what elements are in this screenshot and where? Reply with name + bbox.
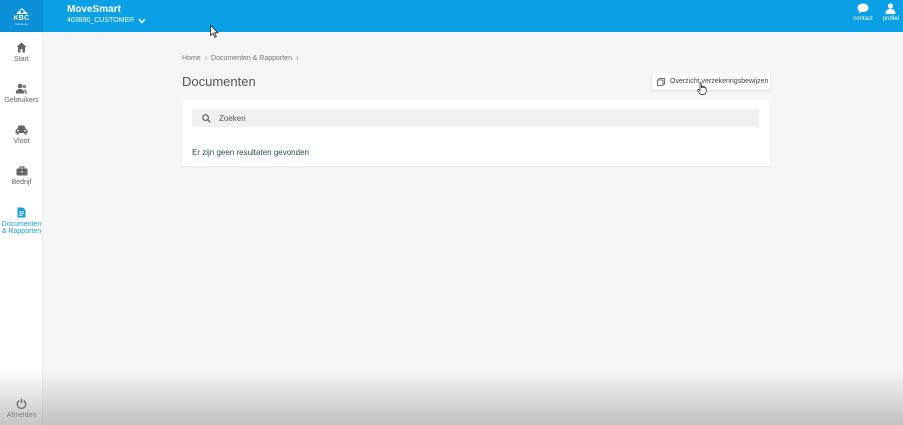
sidebar-item-label: & Rapporten xyxy=(1,228,42,235)
contact-label: contact xyxy=(853,16,873,22)
chevron-down-icon xyxy=(138,18,146,24)
briefcase-icon xyxy=(16,166,27,176)
sidebar-item-label: Start xyxy=(14,56,29,63)
search-bar[interactable] xyxy=(192,109,759,127)
sidebar-item-fleet[interactable]: Vloot xyxy=(0,125,43,145)
customer-selector[interactable]: 403890_CUSTOMER xyxy=(67,17,146,24)
sidebar: Start Gebruikers Vloot Bedrijf Documente… xyxy=(0,32,43,425)
users-icon xyxy=(15,83,28,94)
sidebar-item-label: Bedrijf xyxy=(11,179,32,186)
page-title: Documenten xyxy=(182,74,256,89)
kbc-logo[interactable]: KBC Autolease xyxy=(0,0,43,32)
sidebar-item-users[interactable]: Gebruikers xyxy=(0,83,43,104)
insurance-overview-button[interactable]: Overzicht verzekeringsbewijzen xyxy=(652,73,770,90)
sidebar-item-label: Vloot xyxy=(13,138,30,145)
breadcrumb-separator: › xyxy=(204,55,208,62)
bottom-shadow-overlay xyxy=(0,370,903,425)
breadcrumb-documents[interactable]: Documenten & Rapporten xyxy=(211,55,292,62)
documents-stack-icon xyxy=(657,77,665,86)
app-title: MoveSmart xyxy=(67,4,121,15)
logout-label: Afmelden xyxy=(6,412,37,419)
no-results-message: Er zijn geen resultaten gevonden xyxy=(192,148,309,157)
power-icon xyxy=(16,398,27,409)
logout-button[interactable]: Afmelden xyxy=(0,398,43,419)
logo-text: KBC xyxy=(13,14,30,22)
sidebar-item-company[interactable]: Bedrijf xyxy=(0,166,43,186)
contact-button[interactable]: contact xyxy=(853,3,873,22)
sidebar-item-label: Gebruikers xyxy=(4,97,39,104)
sidebar-item-label: Documenten xyxy=(1,221,42,228)
profile-button[interactable]: profiel xyxy=(883,3,899,22)
sidebar-item-documents[interactable]: Documenten & Rapporten xyxy=(0,207,43,235)
car-icon xyxy=(15,125,28,135)
chat-bubble-icon xyxy=(857,3,869,14)
insurance-overview-label: Overzicht verzekeringsbewijzen xyxy=(670,78,769,85)
documents-card: Er zijn geen resultaten gevonden xyxy=(182,100,770,166)
breadcrumb: Home › Documenten & Rapporten › xyxy=(182,55,298,62)
user-icon xyxy=(885,3,896,14)
home-icon xyxy=(16,42,27,53)
search-input[interactable] xyxy=(219,113,739,123)
top-bar: KBC Autolease MoveSmart 403890_CUSTOMER … xyxy=(0,0,903,32)
breadcrumb-separator: › xyxy=(295,55,299,62)
profile-label: profiel xyxy=(882,16,899,22)
breadcrumb-home[interactable]: Home xyxy=(182,55,201,62)
logo-subtitle: Autolease xyxy=(14,21,29,26)
document-icon xyxy=(17,207,26,218)
customer-id: 403890_CUSTOMER xyxy=(67,17,135,24)
kbc-logo-icon xyxy=(15,7,28,14)
sidebar-item-start[interactable]: Start xyxy=(0,42,43,63)
search-icon xyxy=(202,113,211,123)
